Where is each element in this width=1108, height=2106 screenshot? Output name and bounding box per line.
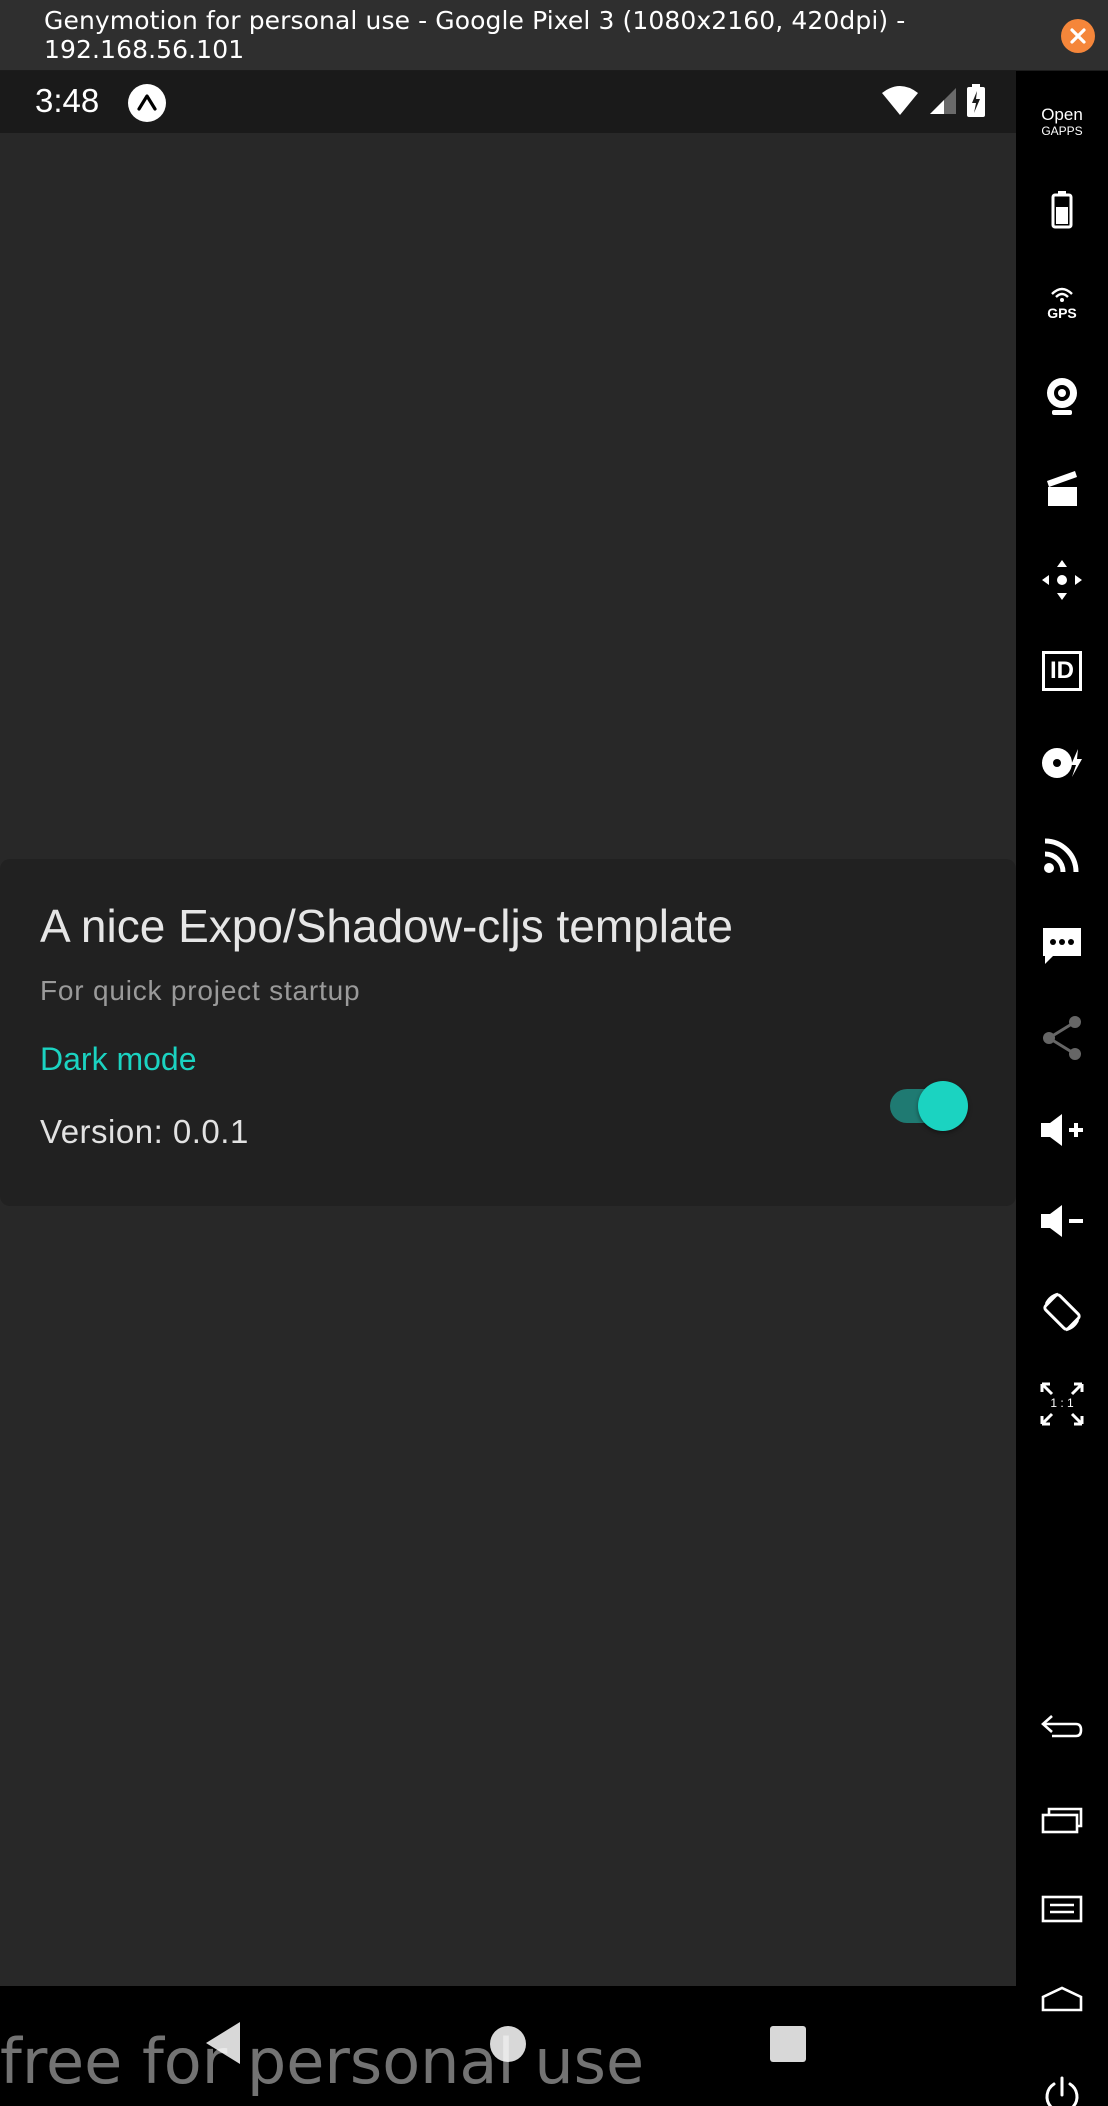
volume-up-icon: [1041, 1114, 1083, 1146]
pixel-perfect-icon: 1 : 1: [1040, 1382, 1084, 1426]
nav-recent-apps-button[interactable]: [770, 2026, 806, 2062]
battery-icon: [1051, 191, 1073, 229]
back-icon: [1041, 1715, 1083, 1738]
pixel-perfect-label: 1 : 1: [1050, 1396, 1074, 1410]
status-clock: 3:48: [35, 82, 100, 119]
volume-down-icon: [1041, 1205, 1083, 1237]
device-id-button[interactable]: ID: [1016, 636, 1108, 706]
webcam-button[interactable]: [1016, 361, 1108, 431]
opengapps-button[interactable]: Open GAPPS: [1016, 86, 1108, 156]
home-button[interactable]: [1016, 1965, 1108, 2035]
gps-icon: GPS: [1047, 286, 1077, 320]
back-button[interactable]: [1016, 1693, 1108, 1763]
opengapps-label-1: Open: [1041, 104, 1083, 124]
device-id-icon: ID: [1042, 651, 1082, 691]
menu-button[interactable]: [1016, 1874, 1108, 1944]
recent-apps-button[interactable]: [1016, 1785, 1108, 1855]
sms-button[interactable]: [1016, 911, 1108, 981]
disk-io-icon: [1042, 748, 1082, 778]
device-id-label: ID: [1050, 657, 1074, 684]
genymotion-toolbar: Open GAPPS GPS ID 1: 1: [1016, 71, 1108, 2106]
media-icon: [1047, 471, 1077, 506]
close-window-button[interactable]: [1061, 19, 1095, 53]
volume-up-button[interactable]: [1016, 1095, 1108, 1165]
volume-down-button[interactable]: [1016, 1186, 1108, 1256]
nav-home-button[interactable]: [490, 2026, 526, 2062]
power-button[interactable]: [1016, 2061, 1108, 2106]
opengapps-icon: Open GAPPS: [1041, 106, 1083, 137]
status-bar: 3:48: [0, 71, 1016, 133]
info-card: A nice Expo/Shadow-cljs template For qui…: [0, 859, 1016, 1206]
disk-io-button[interactable]: [1016, 728, 1108, 798]
dark-mode-label: Dark mode: [40, 1041, 197, 1077]
battery-button[interactable]: [1016, 174, 1108, 244]
dark-mode-toggle[interactable]: [888, 1075, 968, 1131]
network-icon: [1044, 838, 1079, 873]
recent-apps-icon: [1041, 1807, 1083, 1834]
wifi-icon: [882, 86, 918, 115]
expo-notification-icon: [128, 84, 166, 122]
share-icon: [1043, 1016, 1081, 1060]
version-text: Version: 0.0.1: [40, 1113, 249, 1150]
close-icon: [1070, 28, 1086, 44]
cell-signal-icon: [930, 88, 956, 114]
toggle-thumb: [918, 1081, 968, 1131]
media-button[interactable]: [1016, 453, 1108, 523]
joystick-button[interactable]: [1016, 545, 1108, 615]
navigation-bar: [0, 1986, 1016, 2106]
status-icons: [880, 84, 986, 118]
battery-status-icon: [967, 84, 985, 117]
network-button[interactable]: [1016, 820, 1108, 890]
device-screen: 3:48 A nice Expo/Shadow-cljs template Fo…: [0, 71, 1016, 1986]
joystick-icon: [1042, 560, 1082, 600]
menu-icon: [1041, 1895, 1083, 1923]
nav-back-button[interactable]: [200, 2018, 244, 2068]
app-title: A nice Expo/Shadow-cljs template: [40, 900, 733, 952]
opengapps-label-2: GAPPS: [1041, 123, 1083, 138]
home-icon: [1041, 1986, 1083, 2012]
gps-label: GPS: [1047, 305, 1077, 321]
app-subtitle: For quick project startup: [40, 975, 361, 1006]
window-title: Genymotion for personal use - Google Pix…: [44, 6, 906, 64]
rotate-icon: [1043, 1292, 1081, 1332]
window-title-bar: Genymotion for personal use - Google Pix…: [0, 0, 1108, 71]
power-icon: [1045, 2076, 1079, 2106]
share-button[interactable]: [1016, 1003, 1108, 1073]
gps-button[interactable]: GPS: [1016, 268, 1108, 338]
pixel-perfect-button[interactable]: 1 : 1: [1016, 1369, 1108, 1439]
webcam-icon: [1047, 378, 1077, 415]
rotate-button[interactable]: [1016, 1277, 1108, 1347]
sms-icon: [1043, 928, 1081, 964]
